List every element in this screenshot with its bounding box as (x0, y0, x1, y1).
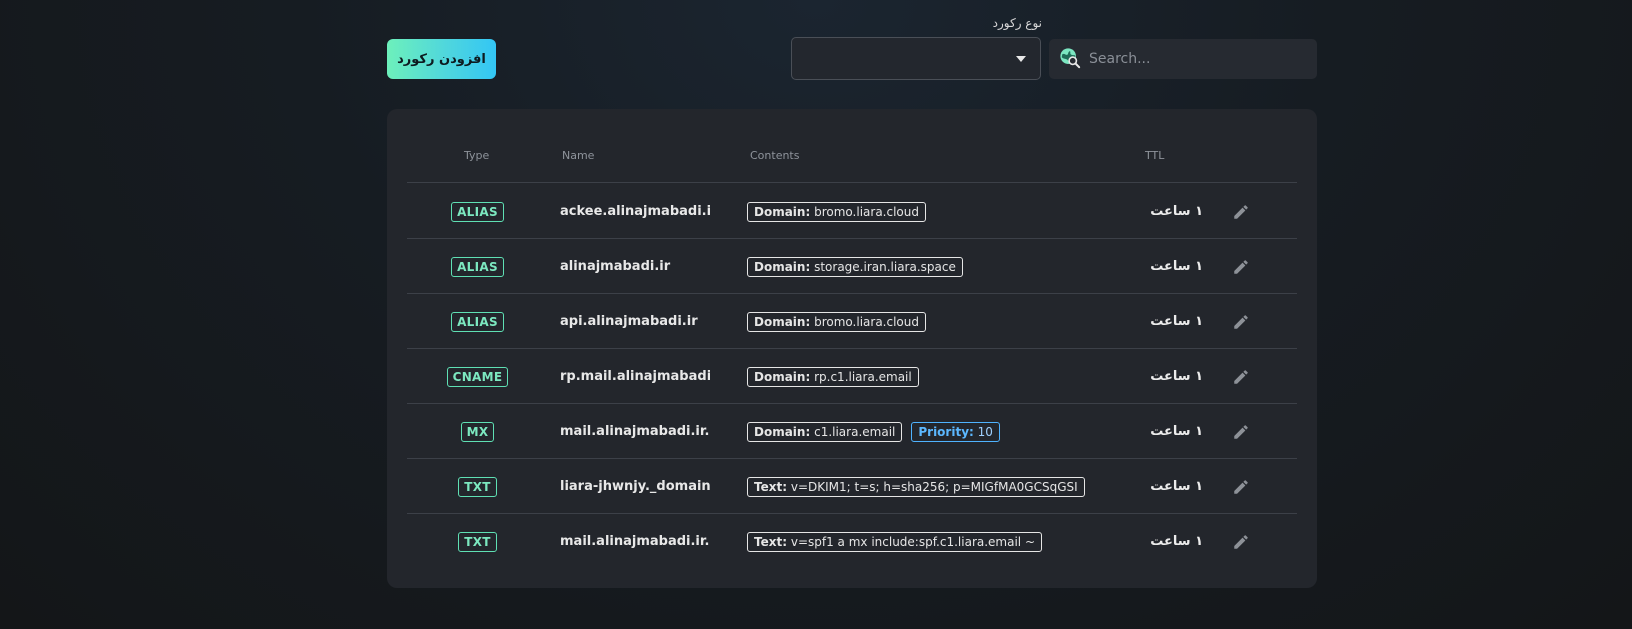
priority-chip: Priority: 10 (911, 421, 1000, 442)
content-key: Domain: (754, 369, 811, 384)
edit-record-button[interactable] (1226, 184, 1256, 239)
record-ttl: ۱ ساعت (1150, 369, 1203, 384)
content-chip: Domain: bromo.liara.cloud (747, 201, 926, 222)
edit-record-button[interactable] (1226, 404, 1256, 459)
table-row: CNAME rp.mail.alinajmabadi... Domain: rp.c… (407, 349, 1297, 404)
record-type-select[interactable] (791, 37, 1041, 80)
table-row: ALIAS alinajmabadi.ir Domain: storage.iran… (407, 239, 1297, 294)
pencil-icon (1232, 478, 1250, 496)
search-input[interactable] (1089, 39, 1309, 79)
pencil-icon (1232, 203, 1250, 221)
record-type-badge: CNAME (446, 366, 509, 387)
type-cell: CNAME (407, 349, 548, 404)
toolbar: افزودن رکورد نوع رکورد (0, 0, 1632, 100)
record-name: ackee.alinajmabadi.i... (560, 204, 710, 219)
table-row: ALIAS ackee.alinajmabadi.i... Domain: brom… (407, 184, 1297, 239)
content-chip: Domain: bromo.liara.cloud (747, 311, 926, 332)
record-type-label: نوع رکورد (992, 16, 1042, 30)
content-key: Domain: (754, 204, 811, 219)
record-type-badge: ALIAS (451, 311, 504, 332)
record-name: api.alinajmabadi.ir (560, 314, 698, 329)
globe-search-icon (1060, 48, 1081, 69)
content-value: storage.iran.liara.space (814, 259, 956, 274)
dns-records-table: Type Name Contents TTL ALIAS ackee.alinaj… (387, 109, 1317, 588)
table-row: TXT liara-jhwnjy._domain... Text: v=DKIM1;… (407, 459, 1297, 514)
record-name: mail.alinajmabadi.ir... (560, 534, 710, 549)
content-chip: Text: v=DKIM1; t=s; h=sha256; p=MIGfMA0G… (747, 476, 1085, 497)
priority-key: Priority: (918, 424, 974, 439)
edit-record-button[interactable] (1226, 294, 1256, 349)
content-chip: Text: v=spf1 a mx include:spf.c1.liara.e… (747, 531, 1043, 552)
content-chip: Domain: storage.iran.liara.space (747, 256, 963, 277)
header-name: Name (562, 149, 595, 162)
pencil-icon (1232, 258, 1250, 276)
header-type: Type (464, 149, 490, 162)
record-ttl: ۱ ساعت (1150, 259, 1203, 274)
record-type-badge: TXT (458, 476, 497, 497)
record-name: alinajmabadi.ir (560, 259, 671, 274)
content-value: v=spf1 a mx include:spf.c1.liara.email ~ (790, 534, 1036, 549)
header-contents: Contents (750, 149, 800, 162)
edit-record-button[interactable] (1226, 239, 1256, 294)
caret-down-icon (1016, 56, 1026, 62)
content-value: bromo.liara.cloud (814, 204, 919, 219)
content-value: v=DKIM1; t=s; h=sha256; p=MIGfMA0GCSqGSI (790, 479, 1078, 494)
record-type-badge: ALIAS (451, 256, 504, 277)
type-cell: TXT (407, 459, 548, 514)
record-ttl: ۱ ساعت (1150, 204, 1203, 219)
record-ttl: ۱ ساعت (1150, 479, 1203, 494)
content-chip: Domain: c1.liara.email (747, 421, 903, 442)
search-box[interactable] (1049, 39, 1317, 79)
record-ttl: ۱ ساعت (1150, 534, 1203, 549)
table-row: MX mail.alinajmabadi.ir... Domain: c1.liar… (407, 404, 1297, 459)
header-ttl: TTL (1145, 149, 1165, 162)
pencil-icon (1232, 313, 1250, 331)
priority-value: 10 (977, 424, 993, 439)
record-ttl: ۱ ساعت (1150, 314, 1203, 329)
record-type-badge: MX (460, 421, 495, 442)
type-cell: ALIAS (407, 294, 548, 349)
record-name: rp.mail.alinajmabadi... (560, 369, 710, 384)
record-name: liara-jhwnjy._domain... (560, 479, 710, 494)
content-key: Domain: (754, 424, 811, 439)
content-key: Domain: (754, 259, 811, 274)
table-row: TXT mail.alinajmabadi.ir... Text: v=spf1 a… (407, 514, 1297, 569)
pencil-icon (1232, 533, 1250, 551)
content-chip: Domain: rp.c1.liara.email (747, 366, 919, 387)
type-cell: MX (407, 404, 548, 459)
content-key: Text: (754, 534, 788, 549)
type-cell: ALIAS (407, 239, 548, 294)
record-type-badge: TXT (458, 531, 497, 552)
content-value: c1.liara.email (814, 424, 896, 439)
content-value: bromo.liara.cloud (814, 314, 919, 329)
table-header: Type Name Contents TTL (407, 109, 1297, 183)
content-key: Text: (754, 479, 788, 494)
content-key: Domain: (754, 314, 811, 329)
edit-record-button[interactable] (1226, 349, 1256, 404)
pencil-icon (1232, 423, 1250, 441)
edit-record-button[interactable] (1226, 514, 1256, 569)
pencil-icon (1232, 368, 1250, 386)
record-ttl: ۱ ساعت (1150, 424, 1203, 439)
edit-record-button[interactable] (1226, 459, 1256, 514)
type-cell: TXT (407, 514, 548, 569)
record-name: mail.alinajmabadi.ir... (560, 424, 710, 439)
type-cell: ALIAS (407, 184, 548, 239)
record-type-badge: ALIAS (451, 201, 504, 222)
content-value: rp.c1.liara.email (814, 369, 912, 384)
add-record-button[interactable]: افزودن رکورد (387, 39, 496, 79)
table-row: ALIAS api.alinajmabadi.ir Domain: bromo.li… (407, 294, 1297, 349)
